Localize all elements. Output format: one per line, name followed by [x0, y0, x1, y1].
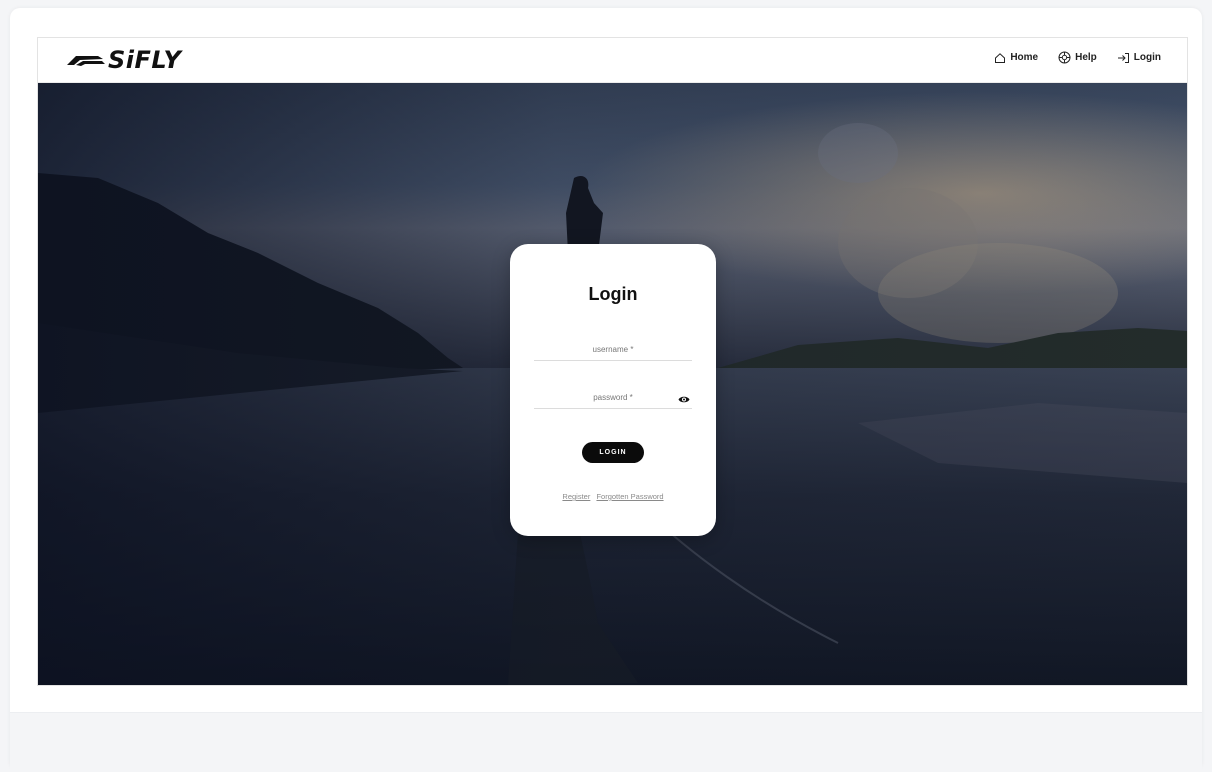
- nav-help-label: Help: [1075, 52, 1097, 63]
- nav-home-label: Home: [1010, 52, 1039, 63]
- username-field: [534, 338, 692, 361]
- username-input[interactable]: [534, 338, 692, 360]
- show-password-toggle[interactable]: [678, 391, 690, 409]
- eye-icon: [678, 396, 690, 403]
- logo-text: SiFLY: [108, 46, 182, 74]
- nav-help[interactable]: Help: [1058, 51, 1097, 64]
- register-link[interactable]: Register: [562, 492, 590, 501]
- home-icon: [995, 52, 1006, 63]
- login-card: Login LOGIN Register Forgotten Password: [510, 244, 716, 536]
- top-navigation-bar: SiFLY Home Help Login: [38, 38, 1187, 83]
- help-icon: [1058, 51, 1071, 64]
- forgot-password-link[interactable]: Forgotten Password: [596, 492, 663, 501]
- nav-login[interactable]: Login: [1117, 52, 1161, 64]
- nav-home[interactable]: Home: [994, 52, 1038, 64]
- password-field: [534, 386, 692, 409]
- app-window: SiFLY Home Help Login Login username * L…: [37, 37, 1188, 686]
- hero-background: Login LOGIN Register Forgotten Password: [38, 83, 1187, 685]
- password-input[interactable]: [534, 386, 692, 408]
- page-footer: [10, 712, 1202, 772]
- account-links: Register Forgotten Password: [510, 492, 716, 501]
- nav-login-label: Login: [1133, 52, 1161, 63]
- brand-logo[interactable]: SiFLY: [66, 47, 181, 73]
- logo-wing-icon: [67, 56, 105, 66]
- login-title: Login: [588, 284, 638, 304]
- main-nav: Home Help Login: [994, 51, 1161, 64]
- login-submit-button[interactable]: LOGIN: [582, 442, 644, 463]
- login-icon: [1117, 52, 1129, 63]
